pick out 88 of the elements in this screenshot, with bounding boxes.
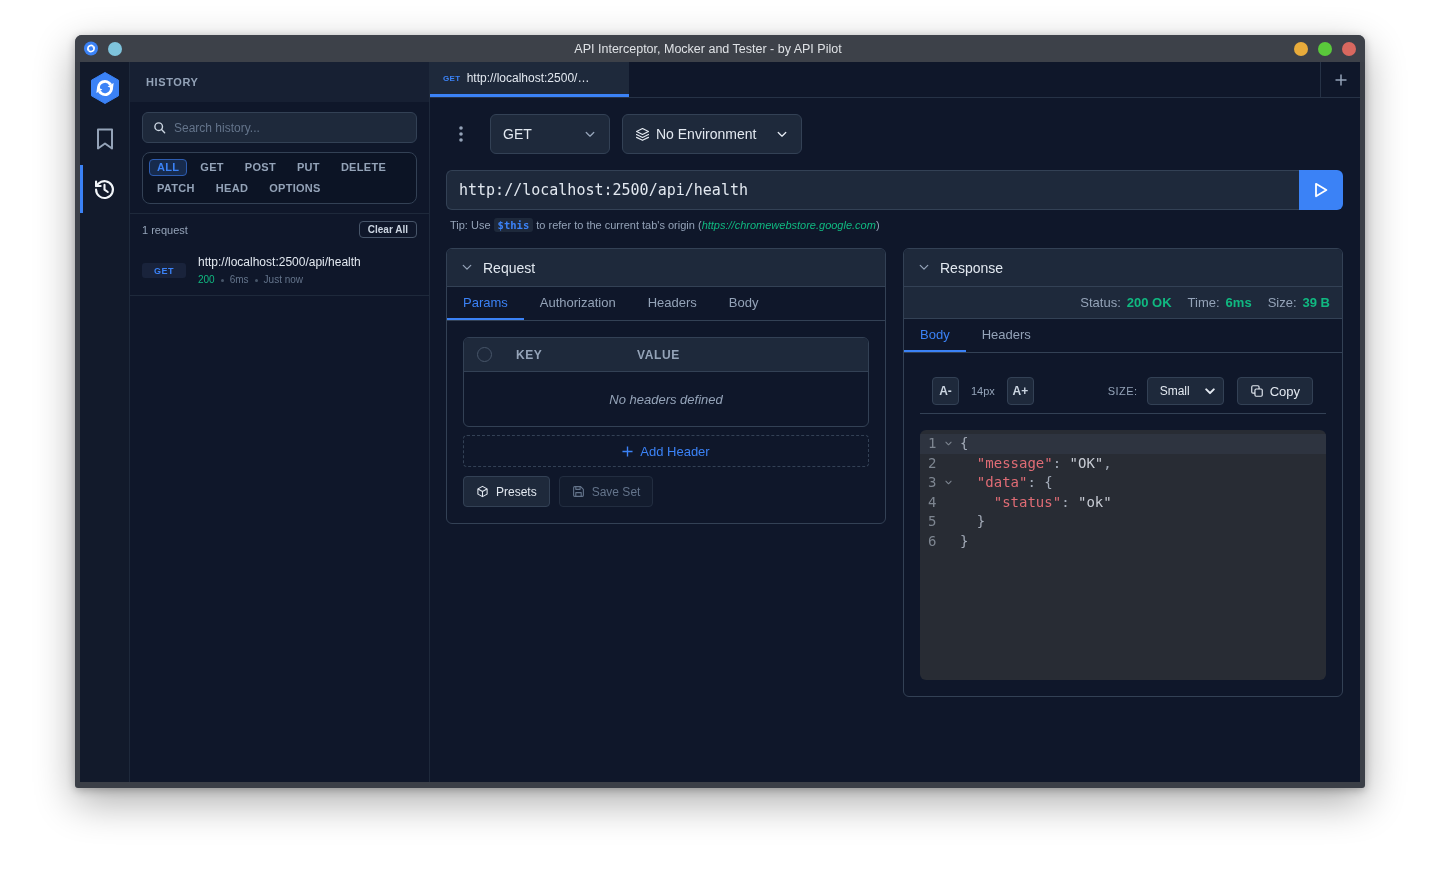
separator-dot-icon <box>220 278 224 282</box>
minimize-button[interactable] <box>1294 41 1308 56</box>
chevron-down-icon <box>777 130 787 138</box>
code-text: } <box>960 531 969 551</box>
app-icon <box>84 41 98 56</box>
method-filter[interactable]: DELETE <box>332 159 395 176</box>
logo-icon <box>89 72 120 104</box>
line-number: 2 <box>928 453 938 473</box>
history-item[interactable]: GET http://localhost:2500/api/health 200 6ms Just now <box>130 245 429 296</box>
separator-dot-icon <box>254 278 258 282</box>
layers-icon <box>635 126 650 142</box>
play-icon <box>1314 182 1328 198</box>
section-header[interactable]: Request <box>447 249 885 287</box>
line-number: 3 <box>928 473 938 493</box>
environment-select[interactable]: No Environment <box>622 114 802 154</box>
method-filter[interactable]: POST <box>236 159 284 176</box>
font-size-value: 14px <box>971 385 995 397</box>
history-icon <box>93 177 116 201</box>
method-label: GET <box>142 263 186 278</box>
cube-icon <box>476 485 489 498</box>
chevron-down-icon <box>585 130 595 138</box>
code-text: "data": { <box>976 473 1053 493</box>
search-field[interactable]: Search history... <box>142 112 417 143</box>
plus-icon <box>1334 73 1347 86</box>
method-filter[interactable]: HEAD <box>207 180 257 197</box>
plus-icon <box>622 445 634 457</box>
column-header: KEY <box>515 347 543 362</box>
method-filter[interactable]: PATCH <box>149 180 203 197</box>
code-text: "status": "ok" <box>993 492 1112 512</box>
empty-message: No headers defined <box>609 391 723 407</box>
stat-label: Status: <box>1080 295 1121 310</box>
presets-button[interactable]: Presets <box>463 476 550 507</box>
method-filter[interactable]: GET <box>192 159 232 176</box>
status-code: 200 <box>198 274 215 286</box>
section-tab[interactable]: Body <box>712 287 775 320</box>
chevron-down-icon <box>1204 387 1215 395</box>
column-header: VALUE <box>636 347 680 362</box>
method-filter[interactable]: ALL <box>149 159 188 176</box>
copy-button[interactable]: Copy <box>1236 377 1313 405</box>
copy-icon <box>1249 384 1264 398</box>
method-select[interactable]: GET <box>490 114 610 154</box>
maximize-button[interactable] <box>1318 41 1332 56</box>
decrease-font-button[interactable]: A- <box>932 377 959 405</box>
kebab-menu-icon <box>459 126 463 142</box>
close-button[interactable] <box>1342 41 1356 56</box>
section-tab[interactable]: Params <box>447 287 524 320</box>
fold-chevron-icon[interactable] <box>945 441 952 447</box>
section-tab[interactable]: Headers <box>631 287 713 320</box>
url-field[interactable]: http://localhost:2500/api/health <box>446 170 1299 210</box>
origin-link[interactable]: https://chromewebstore.google.com <box>701 219 876 231</box>
stat-value: 200 OK <box>1126 295 1172 310</box>
clear-all-button[interactable]: Clear All <box>358 221 417 238</box>
panel-title: HISTORY <box>146 76 199 88</box>
send-button[interactable] <box>1299 170 1343 210</box>
size-select[interactable]: Small <box>1146 377 1224 405</box>
line-number: 5 <box>928 512 938 532</box>
bookmark-icon <box>95 128 114 150</box>
code-text: "message": "OK", <box>976 453 1112 473</box>
search-icon <box>153 121 166 134</box>
code-text: { <box>960 434 969 453</box>
stat-label: Size: <box>1267 295 1297 310</box>
stat-value: 6ms <box>1225 295 1252 310</box>
search-input[interactable]: Search history... <box>174 120 406 135</box>
floppy-disk-icon <box>571 485 585 498</box>
fold-chevron-icon[interactable] <box>945 480 952 486</box>
code-text: } <box>976 512 986 532</box>
stat-label: Time: <box>1187 295 1220 310</box>
line-number: 6 <box>928 531 938 551</box>
size-label: SIZE: <box>1107 385 1138 397</box>
method-filter[interactable]: PUT <box>288 159 328 176</box>
request-count: 1 request <box>142 223 188 236</box>
section-tab[interactable]: Authorization <box>523 287 632 320</box>
section-tab[interactable]: Headers <box>965 319 1047 352</box>
request-url: http://localhost:2500/api/health <box>198 255 361 269</box>
add-header-button[interactable]: Add Header <box>463 435 869 467</box>
increase-font-button[interactable]: A+ <box>1006 377 1034 405</box>
tip-text: Tip: Use $this to refer to the current tab's origin (https://chromewebstore.google.com) <box>450 218 881 232</box>
request-tab[interactable]: GET http://localhost:2500/… <box>430 62 629 97</box>
section-tab[interactable]: Body <box>904 319 966 352</box>
line-number: 1 <box>928 434 938 453</box>
duration-text: 6ms <box>229 274 249 286</box>
pin-button[interactable] <box>108 41 122 56</box>
line-number: 4 <box>928 492 938 512</box>
timestamp: Just now <box>263 274 304 286</box>
section-header[interactable]: Response <box>904 249 1342 287</box>
method-filter[interactable]: OPTIONS <box>261 180 329 197</box>
stat-value: 39 B <box>1302 295 1330 310</box>
window-title: API Interceptor, Mocker and Tester - by API Pilot <box>574 41 842 56</box>
